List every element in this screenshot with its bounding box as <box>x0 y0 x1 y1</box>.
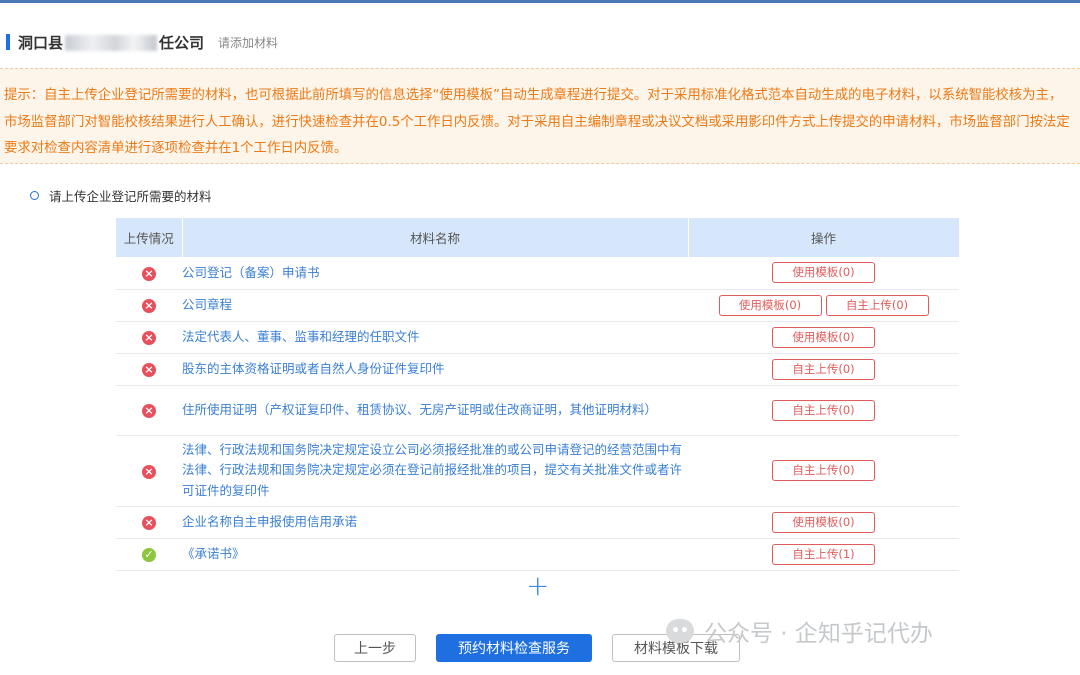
notice-banner: 提示：自主上传企业登记所需要的材料，也可根据此前所填写的信息选择“使用模板”自动… <box>0 68 1080 164</box>
materials-table: 上传情况 材料名称 操作 × 公司登记（备案）申请书 使用模板(0) × 公司章程 使用模… <box>116 218 960 571</box>
table-header-row: 上传情况 材料名称 操作 <box>116 218 960 257</box>
check-circle-icon: ✓ <box>142 548 156 562</box>
ops-cell: 使用模板(0) <box>688 321 959 354</box>
material-name: 《承诺书》 <box>182 538 688 571</box>
error-circle-icon: × <box>142 299 156 313</box>
section-title: 请上传企业登记所需要的材料 <box>49 189 212 204</box>
material-name: 法律、行政法规和国务院决定规定设立公司必须报经批准的或公司申请登记的经营范围中有… <box>182 435 688 507</box>
table-row: × 法律、行政法规和国务院决定规定设立公司必须报经批准的或公司申请登记的经营范围中… <box>116 435 959 507</box>
material-name: 公司登记（备案）申请书 <box>182 257 688 290</box>
title-accent-bar <box>6 34 10 50</box>
status-cell: × <box>116 385 182 436</box>
page-header: 洞口县 任公司 请添加材料 <box>0 28 278 56</box>
ops-cell: 使用模板(0) 自主上传(0) <box>688 289 959 322</box>
company-title-suffix: 任公司 <box>159 33 205 52</box>
ops-cell: 使用模板(0) <box>688 257 959 290</box>
use-template-button[interactable]: 使用模板(0) <box>772 326 875 348</box>
self-upload-button[interactable]: 自主上传(0) <box>772 399 875 421</box>
table-row: × 公司登记（备案）申请书 使用模板(0) <box>116 257 959 290</box>
material-name: 公司章程 <box>182 289 688 322</box>
material-name: 住所使用证明（产权证复印件、租赁协议、无房产证明或住改商证明，其他证明材料） <box>182 385 688 436</box>
status-cell: ✓ <box>116 538 182 571</box>
top-border <box>0 0 1080 3</box>
ops-cell: 使用模板(0) <box>688 506 959 539</box>
col-header-status: 上传情况 <box>116 218 183 257</box>
status-cell: × <box>116 289 182 322</box>
ops-cell: 自主上传(0) <box>688 435 959 507</box>
error-circle-icon: × <box>142 266 156 281</box>
table-row: × 公司章程 使用模板(0) 自主上传(0) <box>116 289 959 322</box>
wechat-icon <box>666 619 694 643</box>
status-cell: × <box>116 353 182 386</box>
company-title: 洞口县 任公司 <box>18 32 204 53</box>
ops-cell: 自主上传(1) <box>688 538 959 571</box>
use-template-button[interactable]: 使用模板(0) <box>772 262 875 284</box>
use-template-button[interactable]: 使用模板(0) <box>772 511 875 533</box>
status-cell: × <box>116 257 182 290</box>
add-material-icon[interactable]: + <box>526 572 549 600</box>
self-upload-button[interactable]: 自主上传(0) <box>825 294 929 316</box>
material-name: 股东的主体资格证明或者自然人身份证件复印件 <box>182 353 688 386</box>
book-review-button[interactable]: 预约材料检查服务 <box>436 634 592 662</box>
company-title-prefix: 洞口县 <box>18 33 64 52</box>
status-cell: × <box>116 506 182 539</box>
status-cell: × <box>116 321 182 354</box>
ops-cell: 自主上传(0) <box>688 385 959 436</box>
table-row: × 企业名称自主申报使用信用承诺 使用模板(0) <box>116 506 959 539</box>
table-row: × 住所使用证明（产权证复印件、租赁协议、无房产证明或住改商证明，其他证明材料） 自… <box>116 385 959 436</box>
watermark: 公众号 · 企知乎记代办 <box>666 614 933 648</box>
error-circle-icon: × <box>142 404 156 418</box>
error-circle-icon: × <box>142 363 156 377</box>
table-body: × 公司登记（备案）申请书 使用模板(0) × 公司章程 使用模板(0) 自主上传(0) × 法… <box>116 257 959 571</box>
redacted-company-name <box>65 35 158 51</box>
self-upload-button[interactable]: 自主上传(1) <box>772 543 875 565</box>
page-subtitle: 请添加材料 <box>218 35 279 50</box>
watermark-text: 公众号 · 企知乎记代办 <box>704 621 933 647</box>
circle-bullet-icon <box>30 191 39 200</box>
col-header-name: 材料名称 <box>182 218 689 257</box>
col-header-ops: 操作 <box>688 218 960 257</box>
ops-cell: 自主上传(0) <box>688 353 959 386</box>
error-circle-icon: × <box>142 464 156 479</box>
material-name: 企业名称自主申报使用信用承诺 <box>182 506 688 539</box>
status-cell: × <box>116 435 182 507</box>
table-row: ✓ 《承诺书》 自主上传(1) <box>116 538 959 571</box>
table-row: × 法定代表人、董事、监事和经理的任职文件 使用模板(0) <box>116 321 959 354</box>
material-name: 法定代表人、董事、监事和经理的任职文件 <box>182 321 688 354</box>
error-circle-icon: × <box>142 516 156 530</box>
self-upload-button[interactable]: 自主上传(0) <box>772 358 875 380</box>
section-heading: 请上传企业登记所需要的材料 <box>30 186 212 205</box>
self-upload-button[interactable]: 自主上传(0) <box>772 460 875 481</box>
prev-step-button[interactable]: 上一步 <box>334 634 416 662</box>
use-template-button[interactable]: 使用模板(0) <box>718 294 822 316</box>
table-row: × 股东的主体资格证明或者自然人身份证件复印件 自主上传(0) <box>116 353 959 386</box>
error-circle-icon: × <box>142 331 156 345</box>
